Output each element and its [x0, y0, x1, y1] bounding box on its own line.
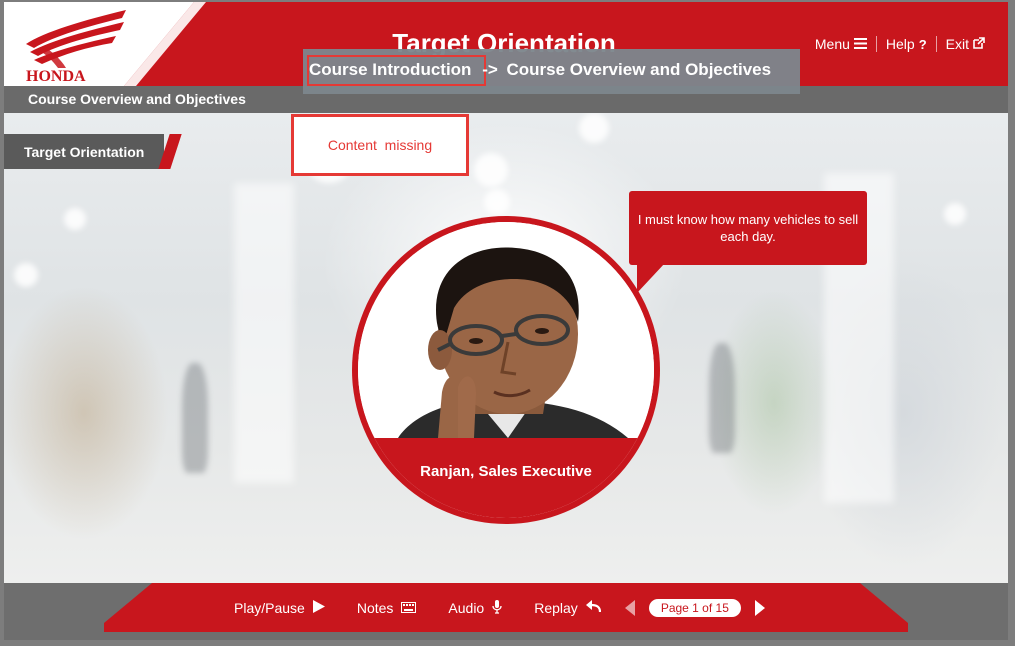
menu-label: Menu	[814, 36, 850, 52]
section-tab: Target Orientation	[4, 134, 182, 169]
speech-bubble: I must know how many vehicles to sell ea…	[629, 191, 867, 265]
notes-button[interactable]: Notes	[357, 600, 417, 616]
question-icon: ?	[918, 36, 927, 52]
character-portrait: Ranjan, Sales Executive	[358, 222, 654, 518]
player-controls: Play/Pause Notes Audio Replay Page 1 of …	[234, 599, 765, 617]
bokeh-light	[64, 208, 86, 230]
play-pause-label: Play/Pause	[234, 600, 305, 616]
breadcrumb-course-introduction[interactable]: Course Introduction	[309, 60, 471, 79]
section-tab-label: Target Orientation	[24, 144, 145, 160]
audio-label: Audio	[448, 600, 485, 616]
bokeh-light	[944, 203, 966, 225]
character-caption: Ranjan, Sales Executive	[420, 463, 592, 480]
reply-arrow-icon	[585, 600, 601, 616]
replay-label: Replay	[534, 600, 578, 616]
replay-button[interactable]: Replay	[534, 600, 601, 616]
arrow-right-icon[interactable]	[754, 600, 765, 616]
bokeh-light	[14, 263, 38, 287]
content-missing-label: Content missing	[327, 137, 433, 153]
top-navigation: Menu Help ? Exit	[806, 36, 994, 52]
help-button[interactable]: Help ?	[877, 36, 936, 52]
bokeh-light	[579, 113, 609, 143]
honda-logo: HONDA	[4, 2, 214, 86]
bokeh-light	[474, 153, 508, 187]
page-indicator: Page 1 of 15	[648, 599, 741, 617]
background-pillar	[234, 183, 294, 483]
help-label: Help	[885, 36, 915, 52]
play-pause-button[interactable]: Play/Pause	[234, 600, 325, 616]
play-icon	[312, 600, 325, 616]
breadcrumb-course-overview: Course Overview and Objectives	[506, 60, 772, 79]
breadcrumb-text: Course Introduction -> Course Overview a…	[309, 60, 771, 80]
honda-wordmark: HONDA	[26, 68, 86, 85]
notes-label: Notes	[356, 600, 394, 616]
breadcrumb-separator: ->	[482, 60, 498, 79]
page-navigation: Page 1 of 15	[624, 599, 765, 617]
exit-label: Exit	[945, 36, 969, 52]
exit-button[interactable]: Exit	[937, 36, 994, 52]
microphone-icon	[492, 599, 502, 617]
audio-button[interactable]: Audio	[448, 599, 502, 617]
hamburger-icon	[853, 36, 867, 52]
arrow-left-icon[interactable]	[624, 600, 635, 616]
content-missing-box: Content missing	[291, 114, 469, 176]
keyboard-icon	[401, 600, 417, 616]
bokeh-light	[484, 189, 510, 215]
menu-button[interactable]: Menu	[806, 36, 876, 52]
external-link-icon	[973, 36, 985, 52]
background-figure	[182, 363, 208, 473]
speech-bubble-text: I must know how many vehicles to sell ea…	[637, 212, 859, 244]
background-figure	[709, 343, 735, 453]
speech-bubble-tail	[637, 263, 665, 293]
module-title: Course Overview and Objectives	[28, 91, 246, 107]
course-player-window: HONDA Target Orientation Menu Help ? Exi…	[0, 0, 1015, 646]
